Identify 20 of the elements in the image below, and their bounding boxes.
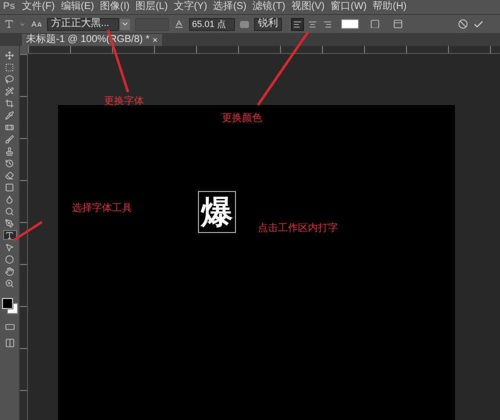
menu-item[interactable]: 选择(S) (213, 2, 246, 12)
menu-item[interactable]: 文件(F) (22, 2, 55, 12)
font-family-dropdown[interactable]: 方正正大黑... (47, 18, 119, 30)
font-size-field[interactable]: 65.01 点 (189, 18, 235, 30)
close-tab-button[interactable]: × (152, 36, 158, 44)
menu-item[interactable]: 图层(L) (136, 2, 168, 12)
antialias-dropdown[interactable]: 锐利 (254, 18, 282, 30)
menu-item[interactable]: 滤镜(T) (252, 2, 286, 12)
annotation-label: 点击工作区内打字 (258, 224, 338, 234)
annotation-label: 更换颜色 (222, 114, 262, 124)
text-layer[interactable]: 爆 (198, 191, 236, 233)
menu-item[interactable]: 窗口(W) (330, 2, 367, 12)
app-logo: Ps (2, 2, 16, 12)
menu-item[interactable]: 编辑(E) (60, 2, 94, 12)
menu-item[interactable]: 图像(I) (100, 2, 130, 12)
annotation-label: 选择字体工具 (72, 204, 132, 214)
menu-item[interactable]: 文字(Y) (174, 2, 208, 12)
annotation-label: 更换字体 (104, 97, 144, 107)
menu-item[interactable]: 视图(V) (291, 2, 325, 12)
menu-item[interactable]: 帮助(H) (372, 2, 407, 12)
